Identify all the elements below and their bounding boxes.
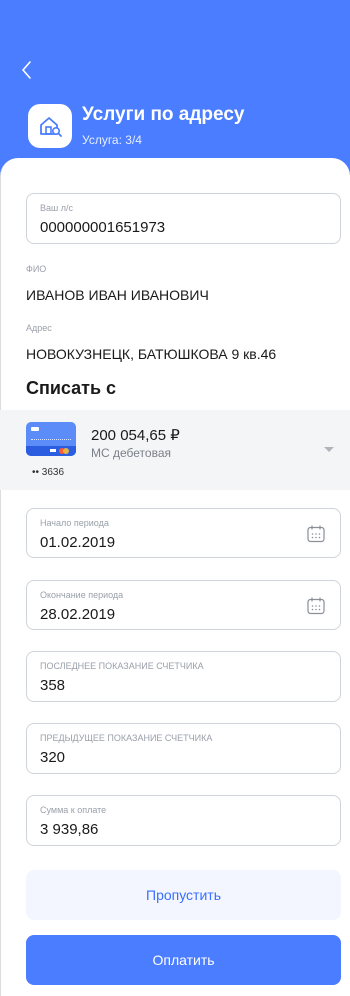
period-start-label: Начало периода [40,518,109,528]
period-end-label: Окончание периода [40,590,124,600]
house-search-icon [40,117,62,137]
header: Услуги по адресу Услуга: 3/4 [0,0,350,180]
skip-button[interactable]: Пропустить [26,870,341,920]
bank-card-image [26,422,76,456]
address-value: НОВОКУЗНЕЦК, БАТЮШКОВА 9 кв.46 [26,346,277,362]
amount-due-field[interactable]: Сумма к оплате 3 939,86 [26,795,341,846]
last-reading-value: 358 [40,677,66,694]
back-button[interactable] [20,60,40,84]
period-start-field[interactable]: Начало периода 01.02.2019 [26,508,341,558]
period-end-value: 28.02.2019 [40,606,116,623]
fio-label: ФИО [26,264,47,274]
last-reading-field[interactable]: ПОСЛЕДНЕЕ ПОКАЗАНИЕ СЧЕТЧИКА 358 [26,651,341,702]
account-balance: 200 054,65 ₽ [91,427,180,444]
page-title: Услуги по адресу [82,104,245,125]
prev-reading-label: ПРЕДЫДУЩЕЕ ПОКАЗАНИЕ СЧЕТЧИКА [40,733,213,743]
caret-down-icon [324,447,334,452]
debit-section-title: Списать с [26,378,117,398]
account-number-value: 000000001651973 [40,219,166,236]
address-label: Адрес [26,323,52,333]
account-number-field[interactable]: Ваш л/с 000000001651973 [26,193,341,244]
pay-button[interactable]: Оплатить [26,935,341,985]
prev-reading-field[interactable]: ПРЕДЫДУЩЕЕ ПОКАЗАНИЕ СЧЕТЧИКА 320 [26,723,341,774]
calendar-icon[interactable] [306,524,326,544]
calendar-icon[interactable] [306,596,326,616]
fio-value: ИВАНОВ ИВАН ИВАНОВИЧ [26,287,209,303]
chevron-left-icon [22,61,31,79]
prev-reading-value: 320 [40,749,66,766]
account-type: МС дебетовая [91,446,171,460]
account-number-label: Ваш л/с [40,203,73,213]
card-last-digits: •• 3636 [32,467,65,478]
last-reading-label: ПОСЛЕДНЕЕ ПОКАЗАНИЕ СЧЕТЧИКА [40,661,204,671]
service-counter: Услуга: 3/4 [82,133,142,147]
amount-due-label: Сумма к оплате [40,805,107,815]
debit-account-selector[interactable]: •• 3636 200 054,65 ₽ МС дебетовая [0,410,350,490]
service-icon-tile [28,104,72,148]
amount-due-value: 3 939,86 [40,821,99,838]
period-start-value: 01.02.2019 [40,534,116,551]
period-end-field[interactable]: Окончание периода 28.02.2019 [26,580,341,630]
